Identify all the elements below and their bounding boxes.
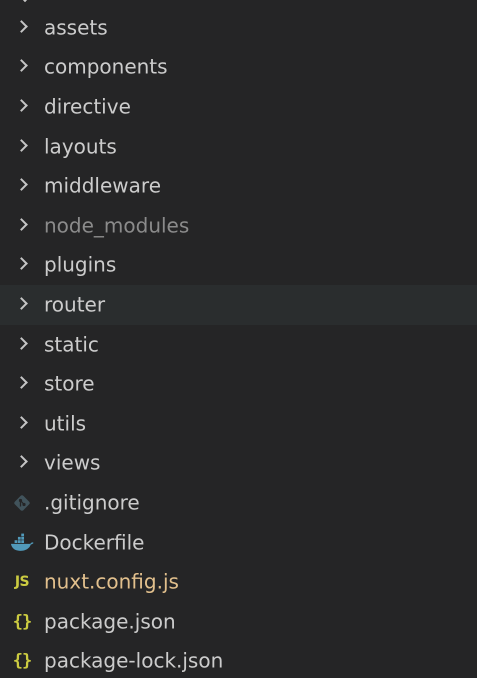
folder-assets[interactable]: assets (0, 8, 477, 48)
file-package-json[interactable]: {} package.json (0, 602, 477, 642)
json-icon: {} (12, 611, 32, 632)
folder-node-modules[interactable]: node_modules (0, 206, 477, 246)
file-label: package.json (44, 609, 176, 634)
folder-label: assets (44, 15, 108, 40)
folder-middleware[interactable]: middleware (0, 166, 477, 206)
folder-layouts[interactable]: layouts (0, 127, 477, 167)
file-explorer-tree: assets components directive layouts midd… (0, 0, 477, 678)
folder-plugins[interactable]: plugins (0, 246, 477, 286)
folder-label: directive (44, 94, 131, 119)
folder-utils[interactable]: utils (0, 404, 477, 444)
json-icon: {} (12, 651, 32, 672)
chevron-right-icon (15, 138, 28, 152)
folder-directive[interactable]: directive (0, 87, 477, 127)
folder-label: router (44, 292, 106, 317)
folder-label: components (44, 54, 168, 79)
git-icon (10, 492, 34, 514)
file-nuxt-config-js[interactable]: JS nuxt.config.js (0, 562, 477, 602)
javascript-icon: JS (14, 574, 30, 591)
folder-label: plugins (44, 252, 117, 277)
chevron-right-icon (15, 336, 28, 350)
folder-components[interactable]: components (0, 48, 477, 88)
folder-label: static (44, 332, 99, 357)
chevron-right-icon (15, 297, 28, 310)
chevron-icon (17, 0, 33, 3)
file-label: .gitignore (44, 490, 140, 515)
chevron-right-icon (15, 99, 28, 112)
folder-label: node_modules (44, 213, 190, 238)
file-gitignore[interactable]: .gitignore (0, 483, 477, 523)
file-label: nuxt.config.js (44, 569, 179, 594)
folder-label: middleware (44, 173, 161, 198)
folder-label: views (44, 450, 101, 475)
chevron-right-icon (15, 178, 28, 192)
chevron-right-icon (15, 455, 28, 469)
docker-icon (10, 532, 34, 554)
folder-static[interactable]: static (0, 325, 477, 365)
chevron-right-icon (15, 415, 28, 429)
chevron-right-icon (15, 217, 28, 231)
folder-store[interactable]: store (0, 364, 477, 404)
folder-label: store (44, 371, 95, 396)
chevron-right-icon (15, 257, 28, 271)
file-package-lock-json[interactable]: {} package-lock.json (0, 642, 477, 678)
folder-views[interactable]: views (0, 444, 477, 484)
file-label: Dockerfile (44, 530, 145, 555)
partial-row-above (0, 0, 477, 8)
chevron-right-icon (15, 59, 28, 73)
folder-router[interactable]: router (0, 285, 477, 325)
folder-label: utils (44, 411, 87, 436)
file-label: package-lock.json (44, 648, 224, 673)
chevron-right-icon (15, 19, 28, 33)
folder-label: layouts (44, 134, 117, 159)
file-dockerfile[interactable]: Dockerfile (0, 523, 477, 563)
chevron-right-icon (15, 376, 28, 390)
